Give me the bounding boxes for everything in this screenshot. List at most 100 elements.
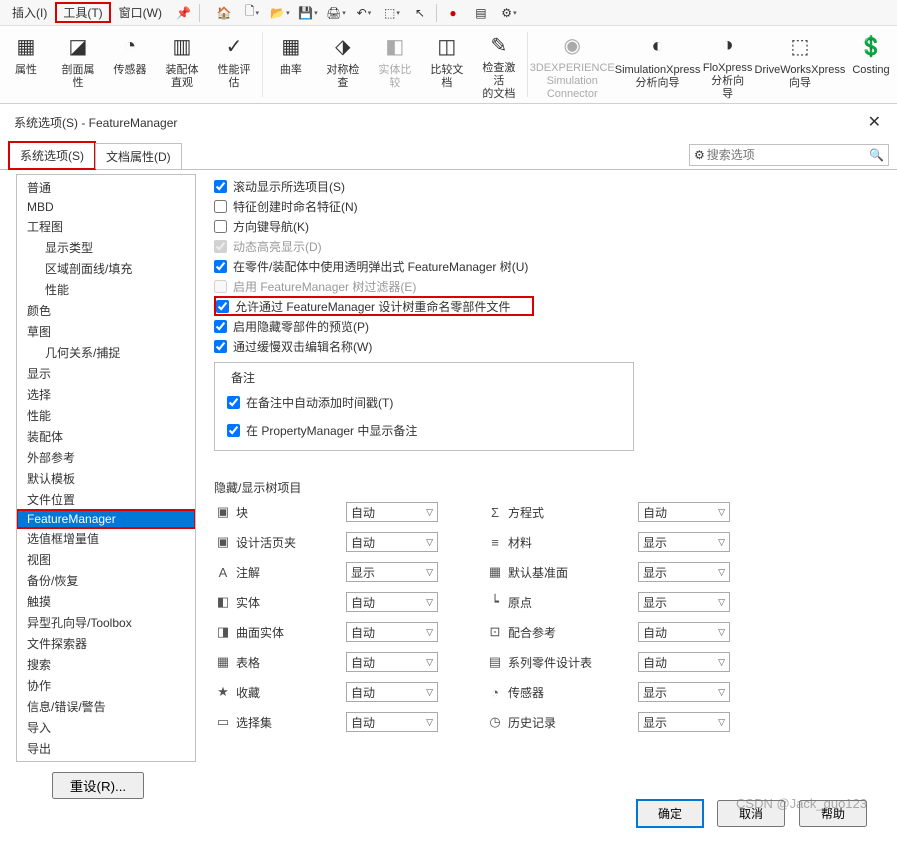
tree-select-r-5[interactable]: 自动▽ — [638, 652, 730, 672]
ribbon-FloXpress分析向导[interactable]: ◑FloXpress分析向导 — [700, 26, 755, 103]
ribbon-label: 剖面属性 — [62, 64, 95, 90]
check-2[interactable] — [214, 220, 227, 233]
search-icon[interactable]: 🔍 — [869, 148, 884, 162]
ribbon-SimulationXpress分析向导[interactable]: ◐SimulationXpress分析向导 — [615, 26, 701, 103]
check-8[interactable] — [214, 340, 227, 353]
tree-select-r-7[interactable]: 显示▽ — [638, 712, 730, 732]
sidebar-item-文件位置[interactable]: 文件位置 — [17, 489, 195, 510]
sidebar-item-协作[interactable]: 协作 — [17, 675, 195, 696]
check-0[interactable] — [214, 180, 227, 193]
ribbon-属性[interactable]: ▦属性 — [0, 26, 52, 103]
check-6[interactable] — [216, 300, 229, 313]
search-input[interactable] — [705, 147, 869, 163]
sidebar-item-文件探索器[interactable]: 文件探索器 — [17, 633, 195, 654]
save-icon[interactable]: 💾▾ — [294, 2, 322, 24]
new-icon[interactable]: 🗋▾ — [238, 2, 266, 24]
tree-select-l-3[interactable]: 自动▽ — [346, 592, 438, 612]
tree-select-l-6[interactable]: 自动▽ — [346, 682, 438, 702]
sidebar-item-性能[interactable]: 性能 — [17, 405, 195, 426]
tree-select-l-5[interactable]: 自动▽ — [346, 652, 438, 672]
close-icon[interactable]: ✕ — [862, 110, 887, 134]
check-label-2: 方向键导航(K) — [233, 218, 309, 235]
sidebar-item-搜索[interactable]: 搜索 — [17, 654, 195, 675]
chk-show-in-pm[interactable] — [227, 424, 240, 437]
tree-select-r-4[interactable]: 自动▽ — [638, 622, 730, 642]
help-button[interactable]: 帮助 — [799, 800, 867, 827]
tree-select-r-6[interactable]: 显示▽ — [638, 682, 730, 702]
sidebar-item-性能[interactable]: 性能 — [17, 279, 195, 300]
ribbon-icon: ▥ — [166, 30, 198, 62]
tree-select-r-1[interactable]: 显示▽ — [638, 532, 730, 552]
chk-add-timestamp[interactable] — [227, 396, 240, 409]
check-1[interactable] — [214, 200, 227, 213]
menu-window[interactable]: 窗口(W) — [111, 2, 170, 23]
tab-document-properties[interactable]: 文档属性(D) — [95, 143, 182, 169]
sidebar-item-触摸[interactable]: 触摸 — [17, 591, 195, 612]
options-sidebar[interactable]: 普通MBD工程图显示类型区域剖面线/填充性能颜色草图几何关系/捕捉显示选择性能装… — [16, 174, 196, 762]
sidebar-item-导入[interactable]: 导入 — [17, 717, 195, 738]
sidebar-item-FeatureManager[interactable]: FeatureManager — [17, 510, 195, 528]
check-4[interactable] — [214, 260, 227, 273]
tree-select-r-3[interactable]: 显示▽ — [638, 592, 730, 612]
rebuild-icon[interactable]: ● — [439, 2, 467, 24]
tree-select-l-0[interactable]: 自动▽ — [346, 502, 438, 522]
print-icon[interactable]: 🖨▾ — [322, 2, 350, 24]
ribbon-比较文档[interactable]: ◫比较文档 — [421, 26, 473, 103]
sidebar-item-信息/错误/警告[interactable]: 信息/错误/警告 — [17, 696, 195, 717]
tree-icon-r-0: Σ — [486, 503, 508, 521]
ribbon-Costing[interactable]: 💲Costing — [845, 26, 897, 103]
tree-label-r-7: 历史记录 — [508, 714, 638, 731]
sidebar-item-备份/恢复[interactable]: 备份/恢复 — [17, 570, 195, 591]
sidebar-item-工程图[interactable]: 工程图 — [17, 216, 195, 237]
ribbon-装配体直观[interactable]: ▥装配体直观 — [156, 26, 208, 103]
ribbon-对称检查[interactable]: ⬗对称检查 — [317, 26, 369, 103]
undo-icon[interactable]: ↶▾ — [350, 2, 378, 24]
check-7[interactable] — [214, 320, 227, 333]
sidebar-item-显示类型[interactable]: 显示类型 — [17, 237, 195, 258]
settings-icon[interactable]: ⚙▾ — [495, 2, 523, 24]
reset-button[interactable]: 重设(R)... — [52, 772, 144, 799]
pin-icon[interactable]: 📌 — [176, 6, 191, 20]
options-list-icon[interactable]: ▤ — [467, 2, 495, 24]
sidebar-item-默认模板[interactable]: 默认模板 — [17, 468, 195, 489]
sidebar-item-普通[interactable]: 普通 — [17, 177, 195, 198]
ribbon-剖面属性[interactable]: ◪剖面属性 — [52, 26, 104, 103]
ribbon-传感器[interactable]: ◔传感器 — [104, 26, 156, 103]
check-row-3: 动态高亮显示(D) — [214, 236, 885, 256]
ribbon-3DEXPERIENCESimulationConnector: ◉3DEXPERIENCESimulationConnector — [530, 26, 615, 103]
ribbon-DriveWorksXpress向导[interactable]: ⬚DriveWorksXpress向导 — [755, 26, 845, 103]
sidebar-item-视图[interactable]: 视图 — [17, 549, 195, 570]
sidebar-item-几何关系/捕捉[interactable]: 几何关系/捕捉 — [17, 342, 195, 363]
sidebar-item-导出[interactable]: 导出 — [17, 738, 195, 759]
tree-select-l-7[interactable]: 自动▽ — [346, 712, 438, 732]
sidebar-item-显示[interactable]: 显示 — [17, 363, 195, 384]
sidebar-item-MBD[interactable]: MBD — [17, 198, 195, 216]
cursor-icon[interactable]: ↖ — [406, 2, 434, 24]
sidebar-item-选择[interactable]: 选择 — [17, 384, 195, 405]
ribbon-性能评估[interactable]: ✓性能评估 — [208, 26, 260, 103]
sidebar-item-选值框增量值[interactable]: 选值框增量值 — [17, 528, 195, 549]
tree-select-l-4[interactable]: 自动▽ — [346, 622, 438, 642]
search-options[interactable]: ⚙ 🔍 — [689, 144, 889, 166]
ok-button[interactable]: 确定 — [637, 800, 703, 827]
ribbon-曲率[interactable]: ▦曲率 — [265, 26, 317, 103]
sidebar-item-异型孔向导/Toolbox[interactable]: 异型孔向导/Toolbox — [17, 612, 195, 633]
select-icon[interactable]: ⬚▾ — [378, 2, 406, 24]
sidebar-item-颜色[interactable]: 颜色 — [17, 300, 195, 321]
ribbon-检查激活的文档[interactable]: ✎检查激活的文档 — [473, 26, 525, 103]
tree-select-r-0[interactable]: 自动▽ — [638, 502, 730, 522]
menu-tools[interactable]: 工具(T) — [55, 2, 110, 23]
menu-insert[interactable]: 插入(I) — [4, 2, 55, 23]
tree-select-l-1[interactable]: 自动▽ — [346, 532, 438, 552]
home-icon[interactable]: 🏠 — [210, 2, 238, 24]
open-icon[interactable]: 📂▾ — [266, 2, 294, 24]
sidebar-item-区域剖面线/填充[interactable]: 区域剖面线/填充 — [17, 258, 195, 279]
sidebar-item-装配体[interactable]: 装配体 — [17, 426, 195, 447]
cancel-button[interactable]: 取消 — [717, 800, 785, 827]
sidebar-item-外部参考[interactable]: 外部参考 — [17, 447, 195, 468]
sidebar-item-草图[interactable]: 草图 — [17, 321, 195, 342]
tree-select-l-2[interactable]: 显示▽ — [346, 562, 438, 582]
tree-select-r-2[interactable]: 显示▽ — [638, 562, 730, 582]
tab-system-options[interactable]: 系统选项(S) — [8, 141, 96, 170]
tree-icon-r-7: ◷ — [486, 713, 508, 731]
